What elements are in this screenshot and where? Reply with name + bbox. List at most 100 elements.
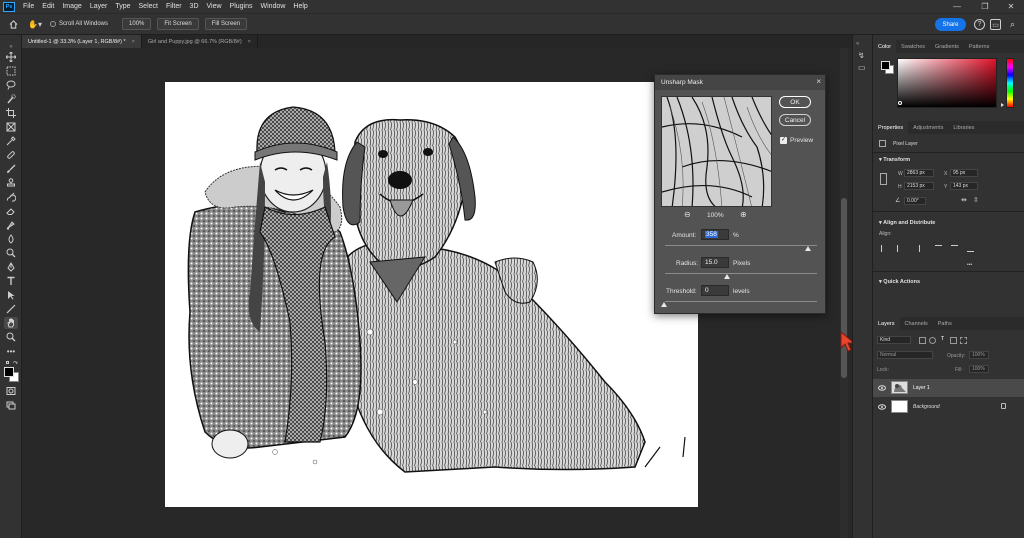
hand-tool-preset-icon[interactable]: ✋▾ [26,18,44,30]
blend-mode-select[interactable]: Normal [877,351,933,359]
menu-image[interactable]: Image [58,3,85,10]
align-horizontal-center-icon[interactable] [897,245,904,252]
layer-filter-kind-input[interactable]: Kind [877,336,911,344]
filter-smart-object-icon[interactable] [960,337,967,344]
amount-slider-track[interactable] [665,245,817,246]
path-selection-tool-icon[interactable] [4,289,18,301]
menu-type[interactable]: Type [111,3,134,10]
lasso-tool-icon[interactable] [4,79,18,91]
tab-libraries[interactable]: Libraries [948,121,979,134]
document-canvas[interactable] [165,82,698,507]
align-left-icon[interactable] [881,245,888,252]
quick-selection-tool-icon[interactable] [4,93,18,105]
help-icon[interactable]: ? [974,19,985,30]
menu-file[interactable]: File [19,3,38,10]
tab-adjustments[interactable]: Adjustments [908,121,948,134]
color-foreground-swatch[interactable] [881,61,890,70]
menu-filter[interactable]: Filter [162,3,186,10]
menu-select[interactable]: Select [135,3,162,10]
tab-layers[interactable]: Layers [873,317,900,330]
x-input[interactable]: 95 px [950,169,978,177]
menu-layer[interactable]: Layer [86,3,112,10]
fit-screen-button[interactable]: Fit Screen [157,18,199,30]
frame-tool-icon[interactable] [4,121,18,133]
filter-type-icon[interactable]: T [941,336,944,342]
foreground-color-swatch[interactable] [4,367,14,377]
gradient-tool-icon[interactable] [4,219,18,231]
default-colors-icon[interactable] [6,361,9,364]
tab-patterns[interactable]: Patterns [964,40,994,53]
pen-tool-icon[interactable] [4,261,18,273]
quick-mask-icon[interactable] [4,385,18,397]
dodge-tool-icon[interactable] [4,247,18,259]
threshold-input[interactable]: 0 [701,285,729,296]
hand-tool-icon[interactable] [4,317,18,329]
move-tool-icon[interactable] [4,51,18,63]
hue-slider[interactable] [1006,58,1014,108]
menu-help[interactable]: Help [289,3,311,10]
tab-channels[interactable]: Channels [900,317,933,330]
align-vertical-center-icon[interactable] [951,245,958,252]
brush-tool-icon[interactable] [4,163,18,175]
history-panel-icon[interactable]: ↯ [858,51,865,60]
align-top-icon[interactable] [935,245,942,252]
workspace-icon[interactable]: ▭ [990,19,1001,30]
type-tool-icon[interactable] [4,275,18,287]
amount-input[interactable]: 358 [701,229,729,240]
tab-color[interactable]: Color [873,40,897,53]
color-picker-field[interactable] [897,58,997,108]
layer-row-background[interactable]: Background [873,398,1024,416]
visibility-eye-icon[interactable] [878,404,886,410]
align-distribute-heading[interactable]: ▾ Align and Distribute [879,220,935,226]
width-input[interactable]: 2863 px [904,169,934,177]
more-tools-icon[interactable]: ••• [4,345,18,357]
layer-row-layer-1[interactable]: Layer 1 [873,379,1024,397]
opacity-input[interactable]: 100% [969,351,989,359]
clone-stamp-tool-icon[interactable] [4,177,18,189]
restore-icon[interactable]: ❐ [974,0,996,13]
menu-plugins[interactable]: Plugins [226,3,257,10]
radius-slider-track[interactable] [665,273,817,274]
zoom-out-icon[interactable]: ⊖ [684,210,691,219]
filter-pixel-icon[interactable] [919,337,926,344]
flip-horizontal-icon[interactable]: ⇹ [961,196,967,204]
zoom-100-button[interactable]: 100% [122,18,152,30]
fill-screen-button[interactable]: Fill Screen [204,18,248,30]
filter-shape-icon[interactable] [950,337,957,344]
tab-swatches[interactable]: Swatches [896,40,930,53]
screen-mode-icon[interactable] [4,399,18,411]
tab-girl-and-puppy[interactable]: Girl and Puppy.jpg @ 66.7% (RGB/8#) × [142,35,258,48]
marquee-tool-icon[interactable] [4,65,18,77]
line-tool-icon[interactable] [4,303,18,315]
quick-actions-heading[interactable]: ▾ Quick Actions [879,279,920,285]
transform-heading[interactable]: ▾ Transform [879,157,910,163]
filter-adjustment-icon[interactable] [929,337,936,344]
radius-slider-handle[interactable] [724,274,730,279]
threshold-slider-track[interactable] [665,301,817,302]
vertical-scrollbar[interactable] [840,48,848,538]
zoom-in-icon[interactable]: ⊕ [740,210,747,219]
tab-untitled-1[interactable]: Untitled-1 @ 33.3% (Layer 1, RGB/8#) * × [22,35,142,48]
blur-tool-icon[interactable] [4,233,18,245]
dialog-close-icon[interactable]: × [816,77,821,86]
search-icon[interactable]: ⌕ [1007,19,1018,30]
threshold-slider-handle[interactable] [661,302,667,307]
filter-preview-window[interactable] [661,96,772,207]
link-dimensions-icon[interactable] [880,173,887,185]
tab-properties[interactable]: Properties [873,121,909,134]
tab-gradients[interactable]: Gradients [930,40,964,53]
angle-input[interactable]: 0.00° [904,197,926,205]
lock-icon[interactable] [1001,403,1006,409]
align-bottom-icon[interactable] [967,245,974,252]
swap-colors-icon[interactable]: ↷ [13,360,18,367]
healing-brush-tool-icon[interactable] [4,149,18,161]
share-button[interactable]: Share [935,18,966,31]
collapse-panels-icon[interactable]: « [856,41,859,47]
history-brush-tool-icon[interactable] [4,191,18,203]
color-picker-marker[interactable] [898,101,902,105]
menu-window[interactable]: Window [257,3,290,10]
eyedropper-tool-icon[interactable] [4,135,18,147]
visibility-eye-icon[interactable] [878,385,886,391]
menu-edit[interactable]: Edit [38,3,58,10]
radius-input[interactable]: 15.0 [701,257,729,268]
